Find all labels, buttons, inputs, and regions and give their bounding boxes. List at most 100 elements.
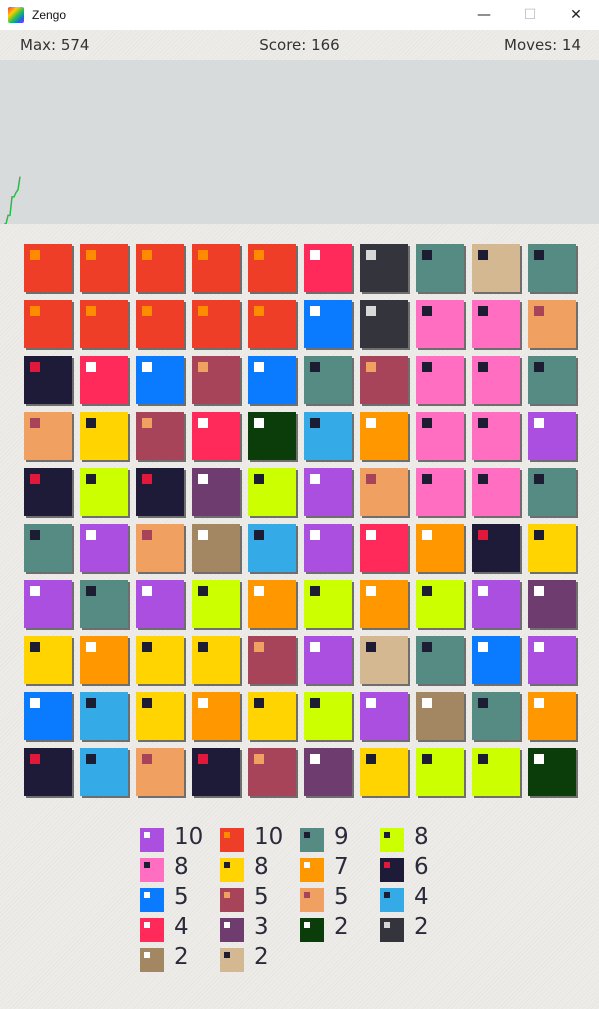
tile-teal[interactable] — [416, 244, 464, 292]
tile-cyan[interactable] — [304, 412, 352, 460]
game-board[interactable] — [24, 244, 580, 800]
tile-cyan[interactable] — [80, 692, 128, 740]
tile-purple[interactable] — [304, 468, 352, 516]
tile-tan[interactable] — [472, 244, 520, 292]
tile-blue[interactable] — [136, 356, 184, 404]
tile-yellow[interactable] — [528, 524, 576, 572]
tile-navy[interactable] — [24, 748, 72, 796]
tile-orange[interactable] — [528, 692, 576, 740]
tile-navy[interactable] — [24, 468, 72, 516]
tile-pink[interactable] — [472, 356, 520, 404]
tile-pink[interactable] — [416, 412, 464, 460]
tile-peach[interactable] — [136, 748, 184, 796]
tile-purple[interactable] — [360, 692, 408, 740]
tile-red[interactable] — [24, 300, 72, 348]
tile-peach[interactable] — [136, 524, 184, 572]
tile-tan[interactable] — [360, 636, 408, 684]
tile-purple[interactable] — [304, 636, 352, 684]
tile-orange[interactable] — [360, 412, 408, 460]
tile-navy[interactable] — [24, 356, 72, 404]
tile-blue[interactable] — [472, 636, 520, 684]
tile-yellow[interactable] — [192, 636, 240, 684]
tile-lime[interactable] — [472, 748, 520, 796]
tile-teal[interactable] — [80, 580, 128, 628]
tile-lime[interactable] — [80, 468, 128, 516]
tile-red[interactable] — [80, 300, 128, 348]
minimize-button[interactable]: — — [461, 0, 507, 30]
tile-blue[interactable] — [24, 692, 72, 740]
tile-rose[interactable] — [192, 356, 240, 404]
tile-purple[interactable] — [24, 580, 72, 628]
tile-crimson[interactable] — [192, 412, 240, 460]
tile-orange[interactable] — [192, 692, 240, 740]
tile-crimson[interactable] — [304, 244, 352, 292]
tile-lime[interactable] — [416, 580, 464, 628]
tile-purple[interactable] — [528, 636, 576, 684]
tile-plum[interactable] — [192, 468, 240, 516]
tile-peach[interactable] — [528, 300, 576, 348]
tile-rose[interactable] — [248, 636, 296, 684]
tile-plum[interactable] — [304, 748, 352, 796]
tile-navy[interactable] — [136, 468, 184, 516]
tile-pink[interactable] — [472, 412, 520, 460]
tile-plum[interactable] — [528, 580, 576, 628]
tile-lime[interactable] — [304, 692, 352, 740]
tile-red[interactable] — [248, 300, 296, 348]
tile-yellow[interactable] — [24, 636, 72, 684]
tile-yellow[interactable] — [136, 692, 184, 740]
tile-red[interactable] — [136, 300, 184, 348]
tile-forest[interactable] — [248, 412, 296, 460]
tile-teal[interactable] — [528, 468, 576, 516]
tile-teal[interactable] — [472, 692, 520, 740]
tile-crimson[interactable] — [360, 524, 408, 572]
tile-pink[interactable] — [416, 468, 464, 516]
tile-orange[interactable] — [80, 636, 128, 684]
tile-cyan[interactable] — [248, 524, 296, 572]
maximize-button[interactable]: ☐ — [507, 0, 553, 30]
tile-yellow[interactable] — [360, 748, 408, 796]
tile-orange[interactable] — [416, 524, 464, 572]
tile-teal[interactable] — [24, 524, 72, 572]
tile-yellow[interactable] — [248, 692, 296, 740]
tile-red[interactable] — [248, 244, 296, 292]
tile-teal[interactable] — [304, 356, 352, 404]
tile-pink[interactable] — [472, 300, 520, 348]
tile-peach[interactable] — [360, 468, 408, 516]
tile-blue[interactable] — [248, 356, 296, 404]
tile-purple[interactable] — [304, 524, 352, 572]
tile-brown[interactable] — [416, 692, 464, 740]
tile-yellow[interactable] — [80, 412, 128, 460]
tile-lime[interactable] — [192, 580, 240, 628]
tile-rose[interactable] — [360, 356, 408, 404]
tile-purple[interactable] — [136, 580, 184, 628]
tile-purple[interactable] — [80, 524, 128, 572]
tile-purple[interactable] — [528, 412, 576, 460]
tile-cyan[interactable] — [80, 748, 128, 796]
tile-yellow[interactable] — [136, 636, 184, 684]
tile-peach[interactable] — [24, 412, 72, 460]
tile-teal[interactable] — [528, 356, 576, 404]
tile-rose[interactable] — [136, 412, 184, 460]
tile-red[interactable] — [136, 244, 184, 292]
tile-pink[interactable] — [472, 468, 520, 516]
tile-navy[interactable] — [472, 524, 520, 572]
tile-pink[interactable] — [416, 356, 464, 404]
close-button[interactable]: ✕ — [553, 0, 599, 30]
tile-brown[interactable] — [192, 524, 240, 572]
tile-crimson[interactable] — [80, 356, 128, 404]
tile-navy[interactable] — [192, 748, 240, 796]
tile-rose[interactable] — [248, 748, 296, 796]
tile-charcoal[interactable] — [360, 244, 408, 292]
tile-charcoal[interactable] — [360, 300, 408, 348]
tile-red[interactable] — [80, 244, 128, 292]
tile-lime[interactable] — [416, 748, 464, 796]
tile-teal[interactable] — [528, 244, 576, 292]
tile-pink[interactable] — [416, 300, 464, 348]
tile-purple[interactable] — [472, 580, 520, 628]
tile-red[interactable] — [24, 244, 72, 292]
tile-forest[interactable] — [528, 748, 576, 796]
tile-lime[interactable] — [304, 580, 352, 628]
tile-teal[interactable] — [416, 636, 464, 684]
tile-red[interactable] — [192, 244, 240, 292]
tile-blue[interactable] — [304, 300, 352, 348]
